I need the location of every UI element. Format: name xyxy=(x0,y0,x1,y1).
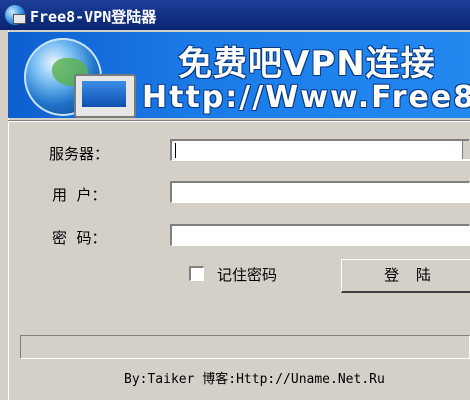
password-field[interactable] xyxy=(170,224,470,247)
remember-password-checkbox[interactable] xyxy=(189,266,204,281)
server-label: 服务器： xyxy=(49,145,110,163)
footer-credit: By:Taiker 博客:Http://Uname.Net.Ru xyxy=(124,372,385,387)
banner-url: Http://Www.Free8 xyxy=(142,80,470,115)
status-bar xyxy=(20,335,470,359)
remember-password-label[interactable]: 记住密码 xyxy=(217,264,277,285)
login-button[interactable]: 登 陆 xyxy=(341,259,470,293)
monitor-screen xyxy=(82,81,126,107)
username-field[interactable] xyxy=(170,181,470,204)
banner: 免费吧VPN连接 Http://Www.Free8 xyxy=(8,32,470,118)
server-dropdown-button[interactable] xyxy=(462,141,470,159)
text-caret xyxy=(175,143,176,158)
username-label: 用 户： xyxy=(52,186,107,204)
app-globe-icon xyxy=(5,5,26,25)
server-combobox[interactable] xyxy=(170,139,470,162)
password-label: 密 码： xyxy=(52,229,107,247)
computer-monitor-icon xyxy=(74,74,136,118)
username-input[interactable] xyxy=(172,185,470,204)
window-title: Free8-VPN登陆器 xyxy=(30,8,157,26)
banner-heading: 免费吧VPN连接 xyxy=(178,44,436,84)
title-bar[interactable]: Free8-VPN登陆器 xyxy=(0,0,470,30)
password-input[interactable] xyxy=(172,228,470,247)
banner-divider xyxy=(8,120,470,122)
server-input[interactable] xyxy=(172,143,470,162)
